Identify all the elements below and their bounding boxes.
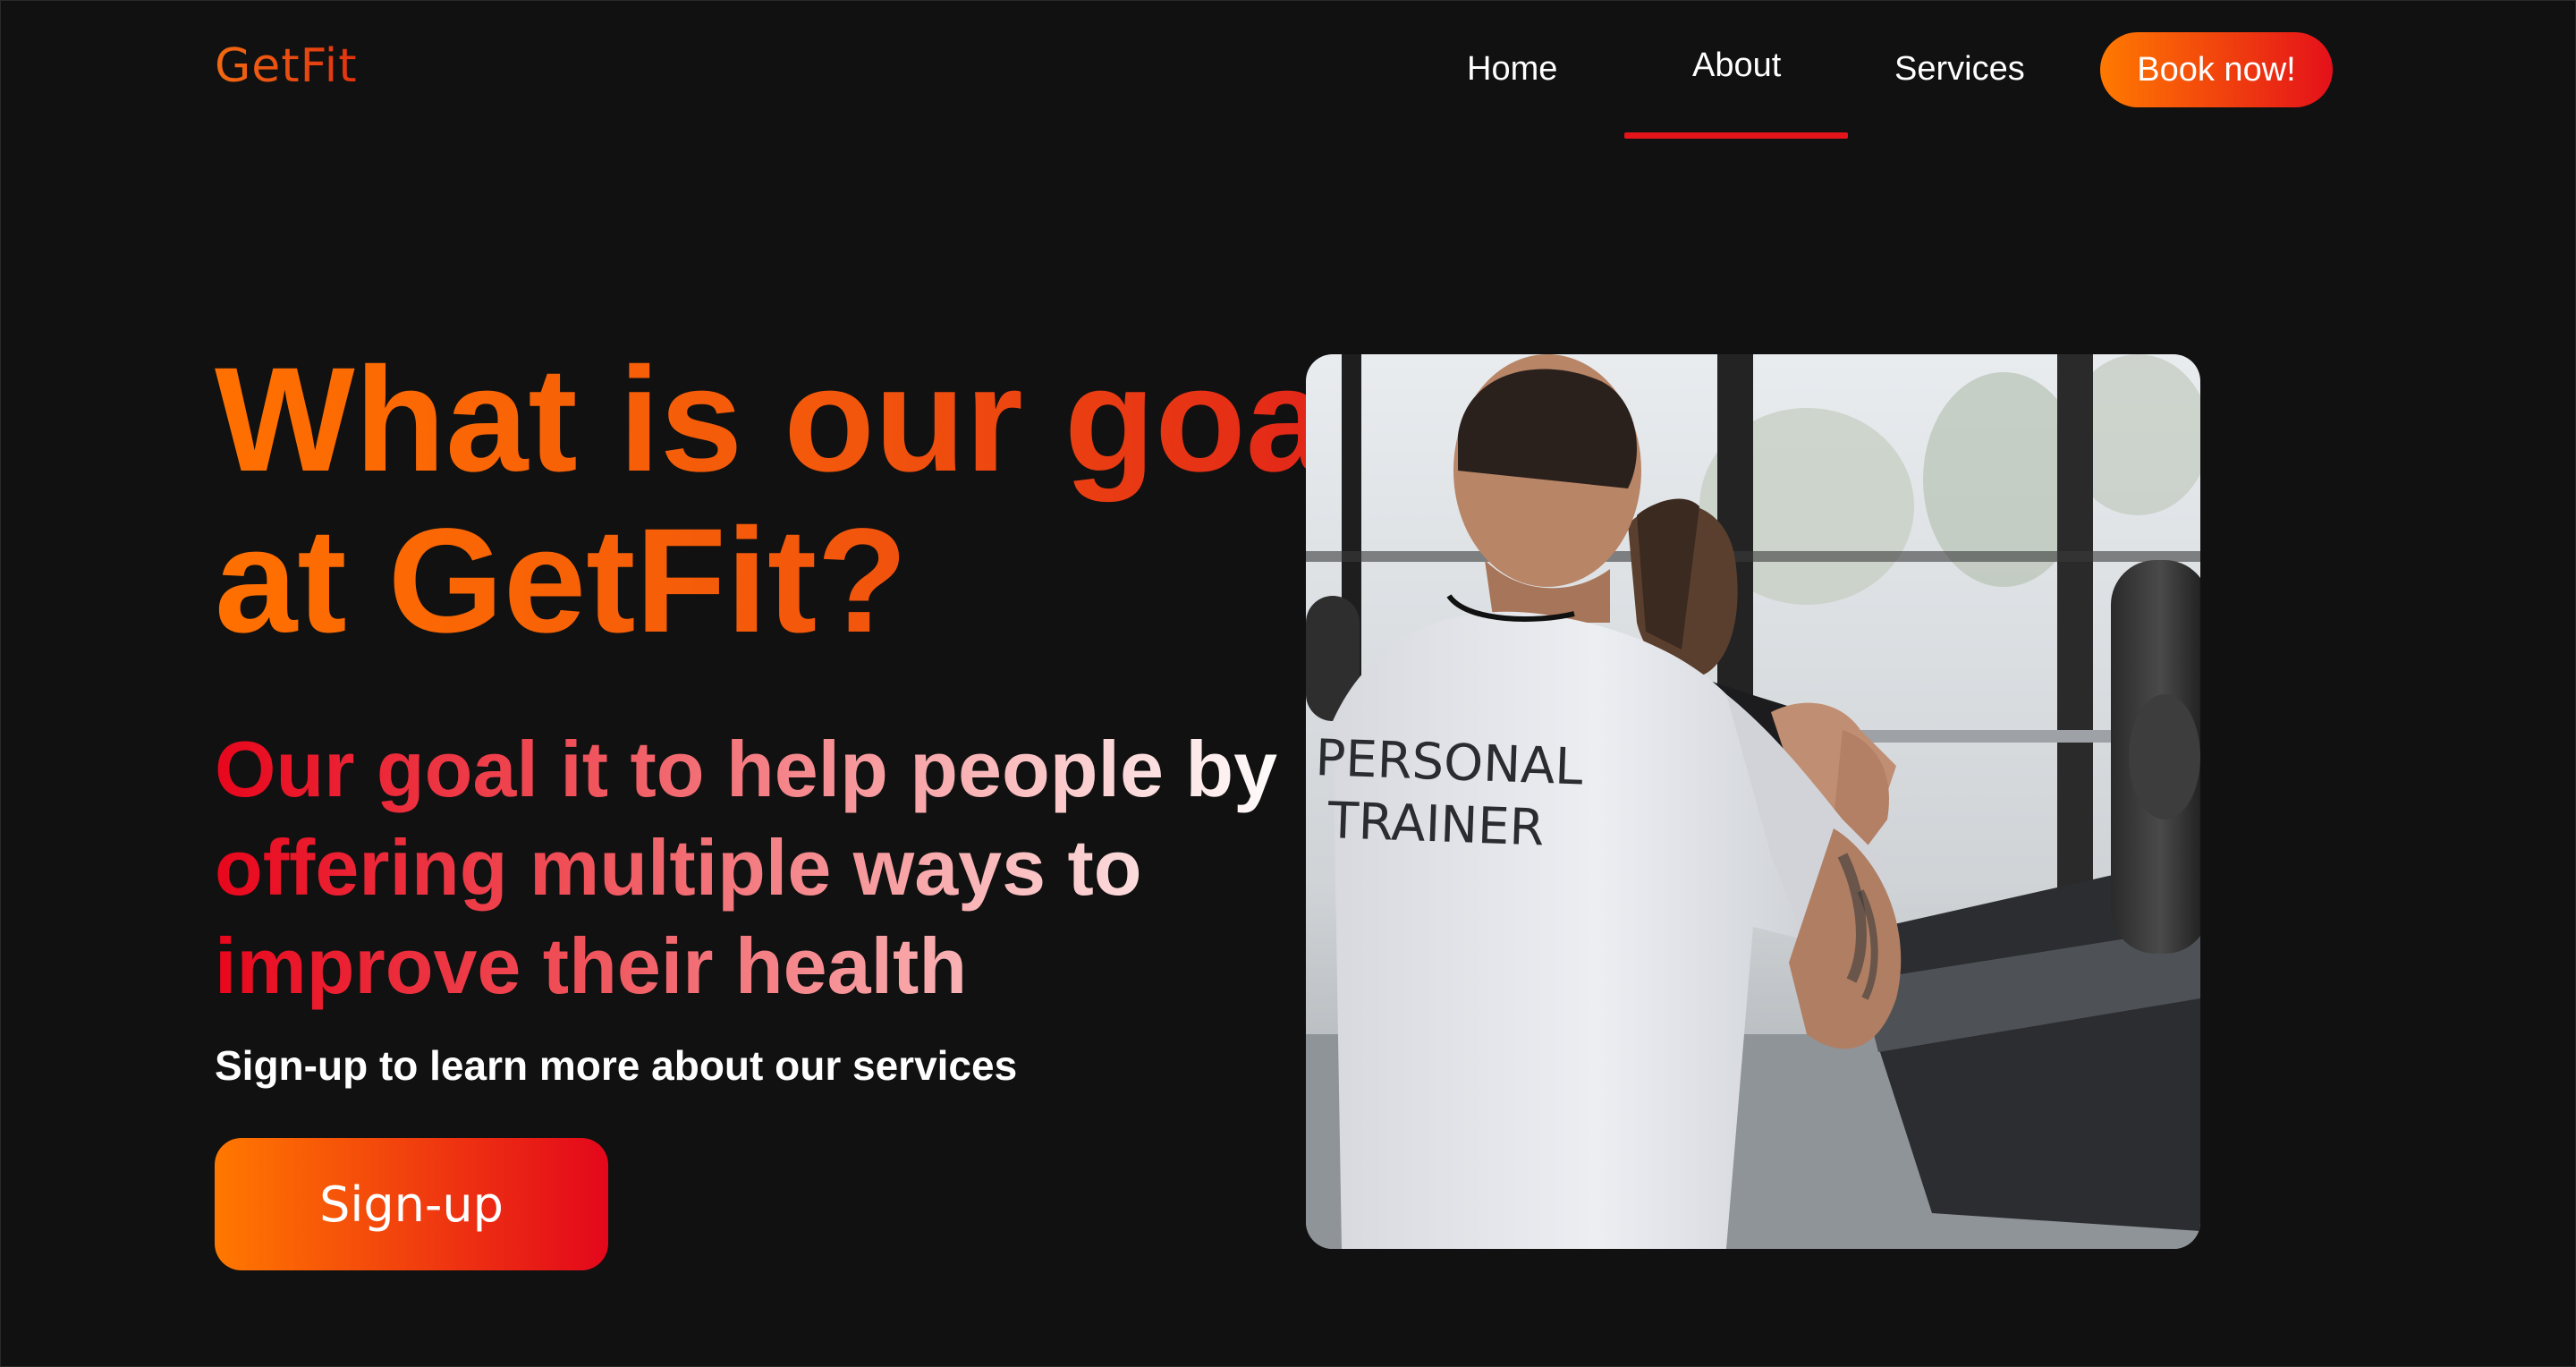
nav-home[interactable]: Home	[1467, 50, 1557, 89]
nav-services[interactable]: Services	[1894, 50, 2025, 89]
hero-subtitle: Our goal it to help people by offering m…	[215, 720, 1288, 1015]
hero-image-personal-trainer: PERSONAL TRAINER	[1306, 354, 2200, 1249]
hero-title: What is our goal at GetFit?	[215, 340, 1377, 662]
logo[interactable]: GetFit	[215, 39, 358, 93]
nav-active-underline	[1624, 132, 1848, 139]
shirt-text-trainer: TRAINER	[1326, 792, 1546, 857]
signup-button[interactable]: Sign-up	[215, 1138, 608, 1270]
shirt-text-personal: PERSONAL	[1315, 729, 1584, 796]
nav-about[interactable]: About	[1692, 47, 1781, 85]
book-now-button[interactable]: Book now!	[2100, 32, 2333, 107]
signup-prompt: Sign-up to learn more about our services	[215, 1042, 1018, 1089]
